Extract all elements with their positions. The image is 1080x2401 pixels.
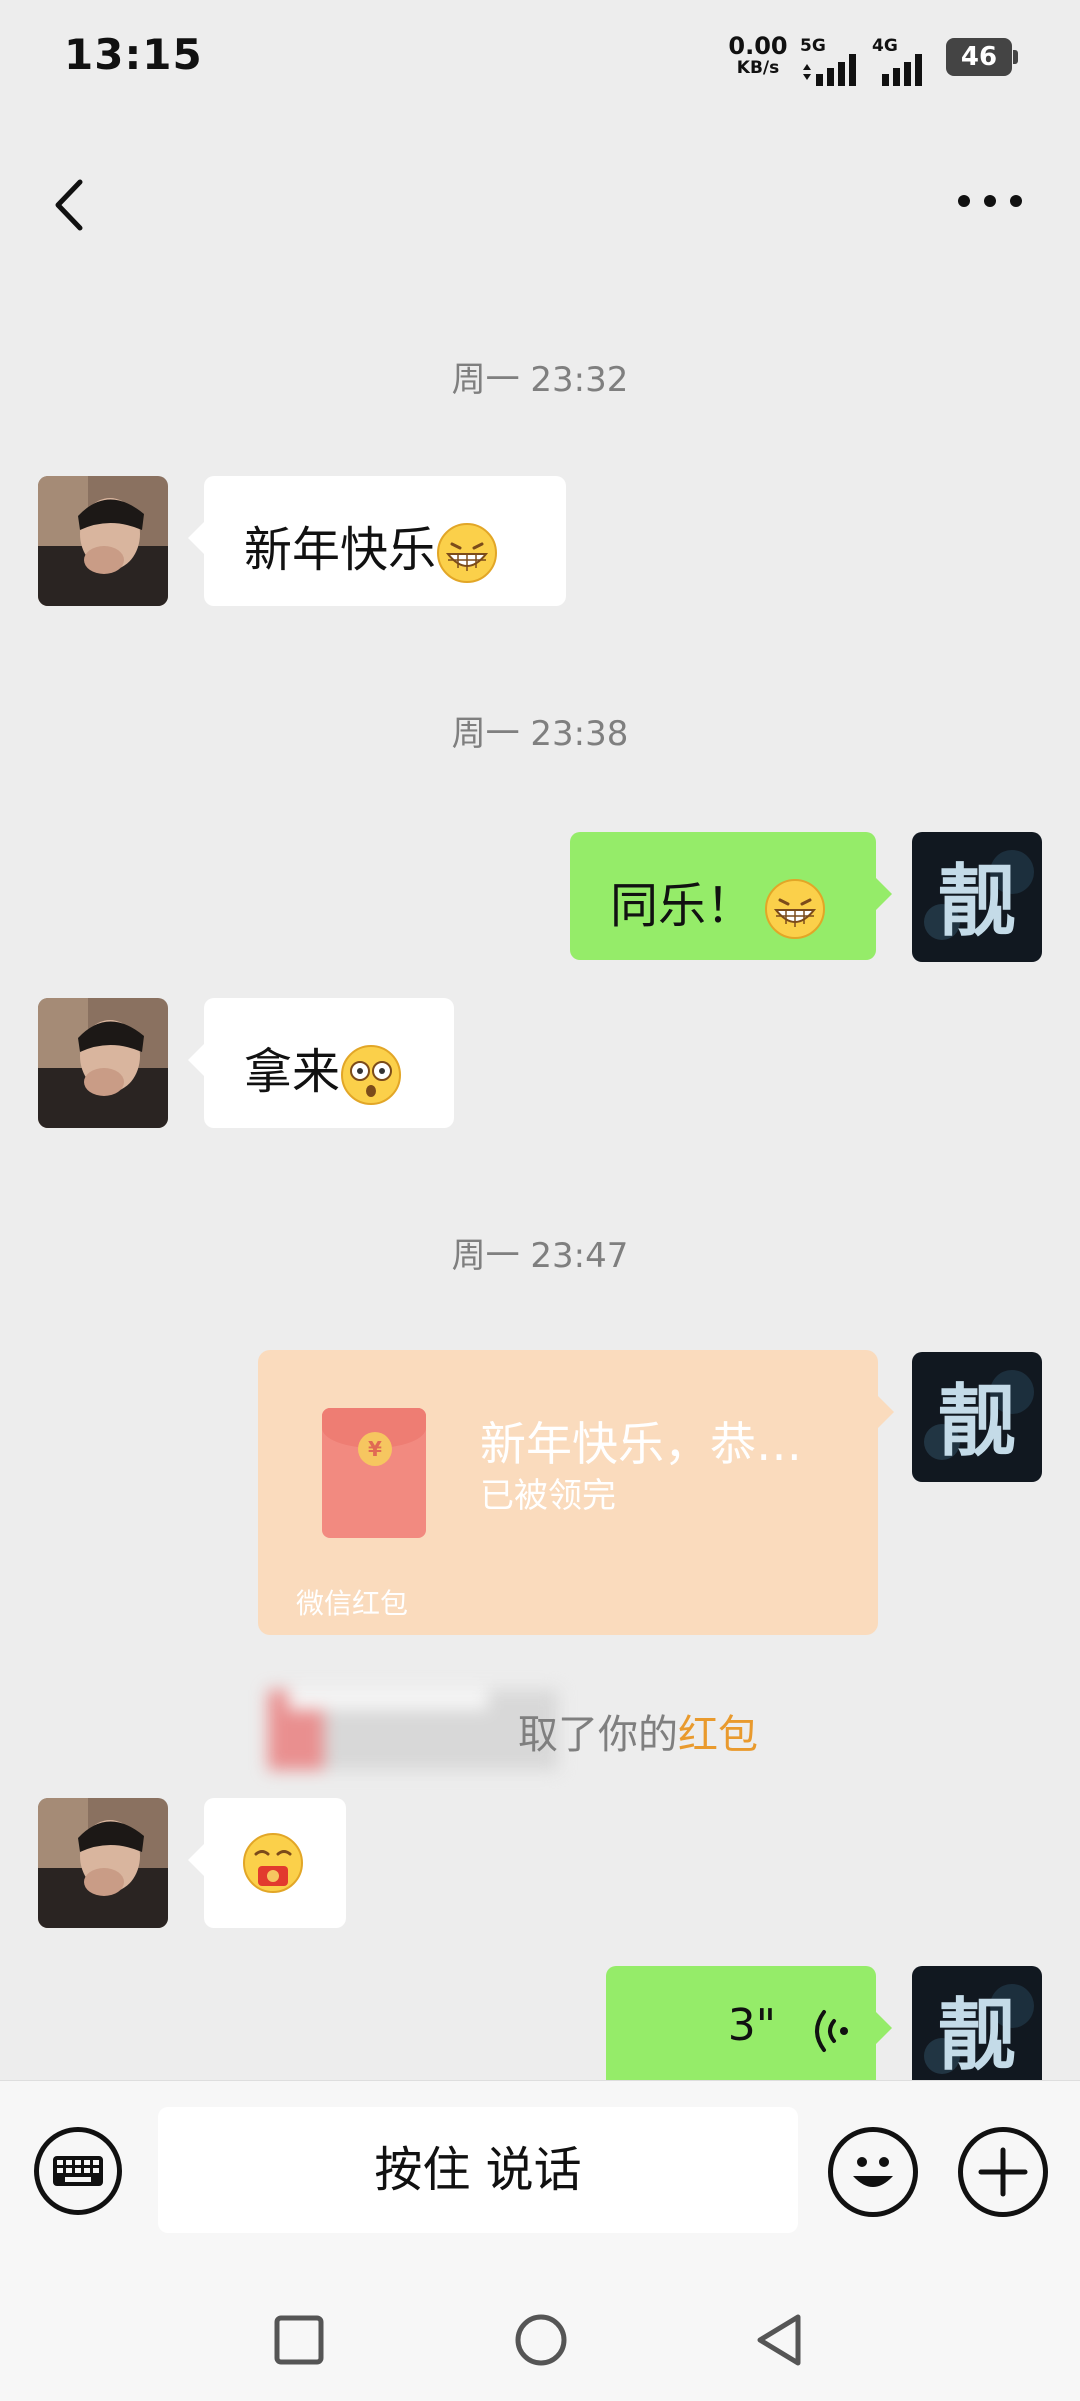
chat-title xyxy=(430,162,650,220)
contact-avatar[interactable] xyxy=(38,476,168,606)
message-text: 拿来 xyxy=(244,1044,341,1100)
signal-4g-icon: 4G xyxy=(872,30,938,90)
voice-message-sent[interactable]: 3" xyxy=(606,1966,892,2096)
svg-text:靓: 靓 xyxy=(938,1376,1016,1467)
input-bar: 按住 说话 xyxy=(0,2080,1080,2401)
my-avatar[interactable]: 靓 xyxy=(912,1966,1042,2096)
network-speed: 0.00 KB/s xyxy=(728,34,788,77)
message-content xyxy=(242,1832,304,1894)
back-nav-icon[interactable] xyxy=(752,2311,808,2369)
network-speed-unit: KB/s xyxy=(736,58,780,78)
back-button[interactable] xyxy=(44,170,100,240)
timestamp: 周一 23:38 xyxy=(451,714,629,754)
message-content: 新年快乐 xyxy=(244,510,498,584)
keyboard-toggle-button[interactable] xyxy=(34,2127,122,2215)
message-bubble-sent[interactable]: 同乐！ xyxy=(570,832,892,960)
message-text: 同乐！ xyxy=(610,878,755,934)
battery-icon: 46 xyxy=(946,38,1018,76)
message-content: 同乐！ xyxy=(610,866,826,940)
timestamp: 周一 23:47 xyxy=(451,1236,629,1276)
recent-apps-icon[interactable] xyxy=(272,2313,326,2367)
hold-to-talk-button[interactable]: 按住 说话 xyxy=(158,2107,798,2233)
network-speed-value: 0.00 xyxy=(728,32,788,60)
money-mouth-emoji-icon xyxy=(243,1833,303,1893)
voice-wave-icon xyxy=(815,2010,848,2052)
keyboard-icon xyxy=(53,2156,103,2186)
red-packet-link[interactable]: 红包 xyxy=(678,1712,758,1758)
red-packet-status: 已被领完 xyxy=(480,1476,616,1516)
add-more-button[interactable] xyxy=(958,2127,1048,2217)
status-time: 13:15 xyxy=(64,30,203,79)
my-avatar[interactable]: 靓 xyxy=(912,1352,1042,1482)
contact-avatar[interactable] xyxy=(38,998,168,1128)
blurred-name xyxy=(268,1680,558,1770)
message-text: 新年快乐 xyxy=(244,522,437,578)
more-dots-icon xyxy=(958,195,1022,207)
grin-emoji-icon xyxy=(765,879,826,939)
chat-header xyxy=(0,140,1080,270)
svg-text:靓: 靓 xyxy=(938,856,1016,947)
timestamp: 周一 23:32 xyxy=(451,360,629,400)
svg-text:靓: 靓 xyxy=(938,1990,1016,2081)
red-packet-title: 新年快乐，恭… xyxy=(480,1417,802,1471)
signal-5g-icon: 5G xyxy=(800,30,866,90)
message-bubble-received[interactable] xyxy=(188,1798,346,1928)
smiley-icon xyxy=(853,2157,893,2187)
contact-avatar[interactable] xyxy=(38,1798,168,1928)
plus-icon xyxy=(978,2147,1028,2197)
home-icon[interactable] xyxy=(512,2311,570,2369)
red-packet-brand: 微信红包 xyxy=(296,1587,409,1620)
red-packet-message[interactable]: ¥ 新年快乐，恭… 已被领完 微信红包 xyxy=(258,1350,894,1635)
message-bubble-received[interactable]: 拿来 xyxy=(188,998,454,1128)
dizzy-emoji-icon xyxy=(341,1045,402,1105)
red-envelope-icon: ¥ xyxy=(322,1408,426,1538)
message-bubble-received[interactable]: 新年快乐 xyxy=(188,476,566,606)
status-bar: 13:15 0.00 KB/s 5G 4G 46 xyxy=(0,0,1080,110)
message-content: 拿来 xyxy=(244,1032,402,1106)
system-notice-text: 取了你的 xyxy=(518,1712,678,1758)
chevron-left-icon xyxy=(55,179,83,231)
grin-emoji-icon xyxy=(437,523,498,583)
system-notice: 取了你的红包 xyxy=(268,1680,828,1770)
voice-duration: 3" xyxy=(727,2000,776,2051)
my-avatar[interactable]: 靓 xyxy=(912,832,1042,962)
more-options-button[interactable] xyxy=(950,176,1030,226)
emoji-button[interactable] xyxy=(828,2127,918,2217)
